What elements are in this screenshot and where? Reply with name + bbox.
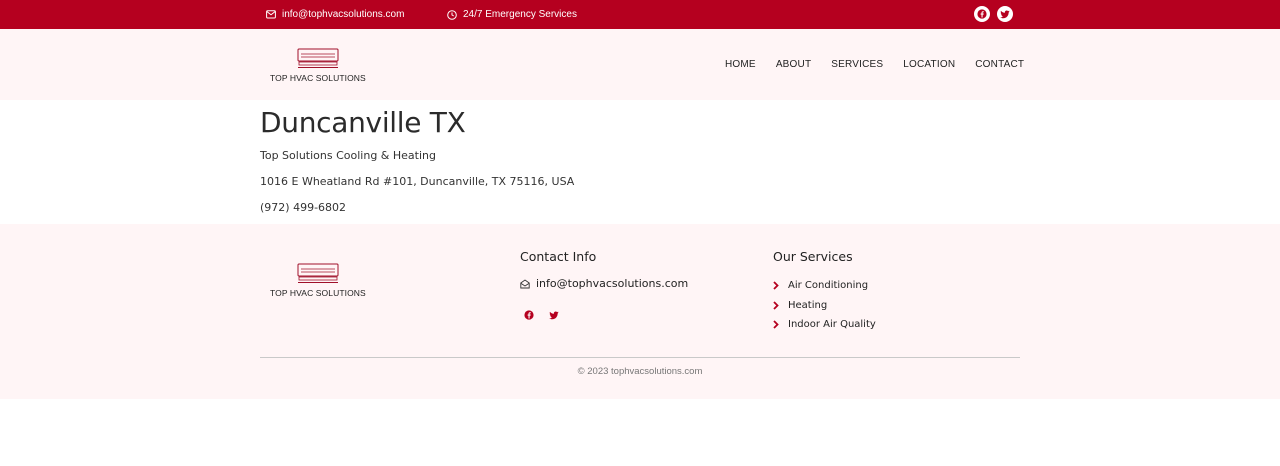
footer-facebook-button[interactable] (522, 308, 536, 322)
service-item-indoor-air-quality[interactable]: Indoor Air Quality (773, 315, 876, 335)
our-services-heading: Our Services (773, 249, 853, 264)
footer-logo-text: TOP HVAC SOLUTIONS (270, 288, 366, 298)
site-header: TOP HVAC SOLUTIONS HOME ABOUT SERVICES L… (0, 29, 1280, 100)
ac-unit-logo-icon (297, 48, 339, 68)
facebook-icon (977, 9, 987, 19)
service-label: Heating (788, 299, 828, 311)
header-logo-text: TOP HVAC SOLUTIONS (270, 73, 366, 83)
ac-unit-logo-icon (297, 263, 339, 283)
chevron-right-icon (773, 281, 779, 290)
service-item-heating[interactable]: Heating (773, 296, 876, 316)
envelope-open-icon (520, 278, 530, 288)
service-label: Air Conditioning (788, 280, 869, 292)
nav-home[interactable]: HOME (725, 59, 756, 70)
nav-about[interactable]: ABOUT (776, 59, 811, 70)
copyright-text: © 2023 tophvacsolutions.com (577, 366, 703, 377)
location-content: Duncanville TX Top Solutions Cooling & H… (260, 100, 1020, 224)
footer-email-link[interactable]: info@tophvacsolutions.com (520, 277, 688, 290)
footer-email-text: info@tophvacsolutions.com (536, 277, 689, 290)
business-address: 1016 E Wheatland Rd #101, Duncanville, T… (260, 175, 575, 188)
main-nav: HOME ABOUT SERVICES LOCATION CONTACT (725, 29, 1024, 100)
business-name: Top Solutions Cooling & Heating (260, 149, 436, 162)
service-item-air-conditioning[interactable]: Air Conditioning (773, 276, 876, 296)
twitter-icon (1000, 10, 1010, 18)
clock-icon (447, 9, 457, 20)
topbar-twitter-button[interactable] (997, 6, 1013, 22)
footer-logo[interactable]: TOP HVAC SOLUTIONS (270, 263, 366, 298)
page-title: Duncanville TX (260, 106, 466, 139)
top-bar: info@tophvacsolutions.com 24/7 Emergency… (0, 0, 1280, 29)
nav-services[interactable]: SERVICES (831, 59, 883, 70)
footer-twitter-button[interactable] (547, 308, 561, 322)
business-phone: (972) 499-6802 (260, 201, 347, 214)
nav-contact[interactable]: CONTACT (975, 59, 1024, 70)
facebook-icon (524, 310, 534, 320)
topbar-emergency: 24/7 Emergency Services (447, 0, 577, 29)
topbar-facebook-button[interactable] (974, 6, 990, 22)
topbar-email-text: info@tophvacsolutions.com (282, 9, 405, 20)
services-list: Air Conditioning Heating Indoor Air Qual… (773, 276, 876, 335)
header-logo[interactable]: TOP HVAC SOLUTIONS (270, 48, 366, 83)
service-label: Indoor Air Quality (788, 319, 876, 331)
site-footer: TOP HVAC SOLUTIONS Contact Info info@top… (0, 224, 1280, 399)
topbar-emergency-text: 24/7 Emergency Services (463, 9, 577, 20)
twitter-icon (549, 311, 559, 319)
topbar-email[interactable]: info@tophvacsolutions.com (266, 0, 404, 29)
nav-location[interactable]: LOCATION (903, 59, 955, 70)
contact-info-heading: Contact Info (520, 249, 597, 264)
chevron-right-icon (773, 301, 779, 310)
mail-icon (266, 10, 276, 19)
footer-divider (260, 357, 1020, 358)
chevron-right-icon (773, 320, 779, 329)
